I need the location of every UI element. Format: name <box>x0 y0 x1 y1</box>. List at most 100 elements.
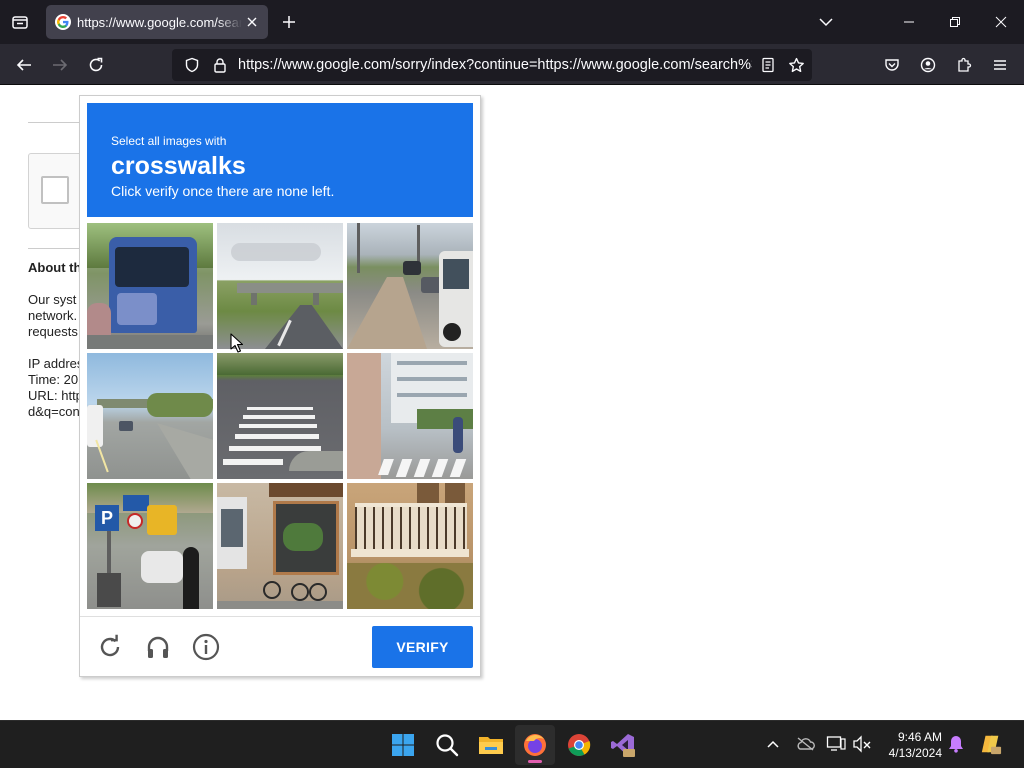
captcha-tile-7[interactable]: P <box>87 483 213 609</box>
active-app-indicator <box>528 760 542 763</box>
image-grid: P <box>87 223 473 609</box>
show-hidden-icons-button[interactable] <box>762 733 784 755</box>
captcha-tile-8[interactable] <box>217 483 343 609</box>
tracking-protection-shield-icon[interactable] <box>182 55 202 75</box>
restore-button[interactable] <box>932 0 978 44</box>
captcha-tile-4[interactable] <box>87 353 213 479</box>
bookmark-star-icon[interactable] <box>786 55 806 75</box>
arrow-right-icon <box>53 59 68 71</box>
new-tab-button[interactable] <box>276 9 302 35</box>
minimize-icon <box>904 21 914 23</box>
cloud-offline-icon <box>797 737 815 751</box>
pocket-button[interactable] <box>877 50 907 80</box>
list-all-tabs-button[interactable] <box>812 8 840 36</box>
clock-date: 4/13/2024 <box>888 746 942 760</box>
mouse-cursor-icon <box>230 333 244 358</box>
time-line: Time: 20 <box>28 372 79 387</box>
reader-view-icon[interactable] <box>758 55 778 75</box>
prompt-instruction: Click verify once there are none left. <box>111 183 335 199</box>
help-button[interactable] <box>190 631 222 663</box>
captcha-tile-9[interactable] <box>347 483 473 609</box>
tab-title: https://www.google.com/search?q= <box>77 15 242 30</box>
about-heading: About th <box>28 260 82 275</box>
chevron-up-icon <box>767 740 779 748</box>
verify-button[interactable]: VERIFY <box>372 626 473 668</box>
pocket-icon <box>885 59 899 71</box>
copilot-preview-button[interactable] <box>980 733 1002 755</box>
search-button[interactable] <box>427 725 467 765</box>
url-line-continued: d&q=con <box>28 404 80 419</box>
speaker-muted-icon <box>853 735 871 753</box>
puzzle-icon <box>958 57 972 72</box>
captcha-tile-2[interactable] <box>217 223 343 349</box>
chevron-down-icon <box>819 18 833 27</box>
restore-icon <box>950 17 960 27</box>
account-button[interactable] <box>913 50 943 80</box>
prompt-target: crosswalks <box>111 152 246 180</box>
minimize-button[interactable] <box>886 0 932 44</box>
forward-button[interactable] <box>45 50 75 80</box>
reload-challenge-button[interactable] <box>94 631 126 663</box>
chrome-taskbar-button[interactable] <box>559 725 599 765</box>
close-icon <box>995 16 1007 28</box>
about-text-line: Our syst <box>28 292 77 307</box>
audio-challenge-button[interactable] <box>142 631 174 663</box>
google-icon <box>55 14 71 30</box>
tab-bar: https://www.google.com/search?q= <box>0 0 1024 44</box>
visual-studio-preview-button[interactable] <box>603 725 643 765</box>
close-window-button[interactable] <box>978 0 1024 44</box>
visual-studio-icon <box>611 734 635 757</box>
info-icon <box>192 633 220 661</box>
system-clock[interactable]: 9:46 AM 4/13/2024 <box>870 729 942 761</box>
challenge-header: Select all images with crosswalks Click … <box>87 103 473 217</box>
copilot-icon <box>981 735 1002 755</box>
account-icon <box>920 57 936 73</box>
lock-icon[interactable] <box>210 55 230 75</box>
reload-icon <box>100 634 120 657</box>
reload-button[interactable] <box>81 50 111 80</box>
captcha-tile-6[interactable] <box>347 353 473 479</box>
chrome-icon <box>568 734 591 756</box>
windows-logo-icon <box>392 734 414 756</box>
recaptcha-challenge-dialog: Select all images with crosswalks Click … <box>79 95 481 677</box>
firefox-view-icon <box>12 16 28 29</box>
firefox-icon <box>524 734 546 756</box>
reload-icon <box>89 57 103 72</box>
url-text[interactable]: https://www.google.com/sorry/index?conti… <box>238 57 752 73</box>
prompt-intro: Select all images with <box>111 134 227 148</box>
onedrive-tray-button[interactable] <box>794 733 816 755</box>
ip-address-line: IP addres <box>28 356 84 371</box>
browser-tab[interactable]: https://www.google.com/search?q= <box>46 5 268 39</box>
clock-time: 9:46 AM <box>897 730 942 744</box>
headphones-icon <box>147 636 169 658</box>
captcha-tile-5[interactable] <box>217 353 343 479</box>
url-line: URL: http <box>28 388 83 403</box>
captcha-tile-1[interactable] <box>87 223 213 349</box>
address-bar[interactable]: https://www.google.com/sorry/index?conti… <box>172 49 812 81</box>
bell-icon <box>949 736 963 753</box>
search-icon <box>436 734 459 757</box>
app-menu-button[interactable] <box>985 50 1015 80</box>
extensions-button[interactable] <box>949 50 979 80</box>
windows-taskbar: 9:46 AM 4/13/2024 <box>0 720 1024 768</box>
file-explorer-button[interactable] <box>471 725 511 765</box>
network-tray-button[interactable] <box>825 733 847 755</box>
folder-icon <box>479 737 503 754</box>
close-icon <box>247 17 257 27</box>
arrow-left-icon <box>16 59 31 71</box>
firefox-taskbar-button[interactable] <box>515 725 555 765</box>
firefox-view-button[interactable] <box>6 8 34 36</box>
start-button[interactable] <box>383 725 423 765</box>
not-a-robot-checkbox[interactable] <box>41 176 69 204</box>
about-text-line: network. <box>28 308 78 323</box>
about-text-line: requests <box>28 324 78 339</box>
plus-icon <box>283 16 295 28</box>
footer-divider <box>80 616 480 617</box>
notifications-button[interactable] <box>945 733 967 755</box>
back-button[interactable] <box>9 50 39 80</box>
hamburger-menu-icon <box>994 60 1006 70</box>
network-icon <box>826 736 846 751</box>
captcha-tile-3[interactable] <box>347 223 473 349</box>
navigation-toolbar: https://www.google.com/sorry/index?conti… <box>0 44 1024 85</box>
close-tab-button[interactable] <box>244 14 260 30</box>
